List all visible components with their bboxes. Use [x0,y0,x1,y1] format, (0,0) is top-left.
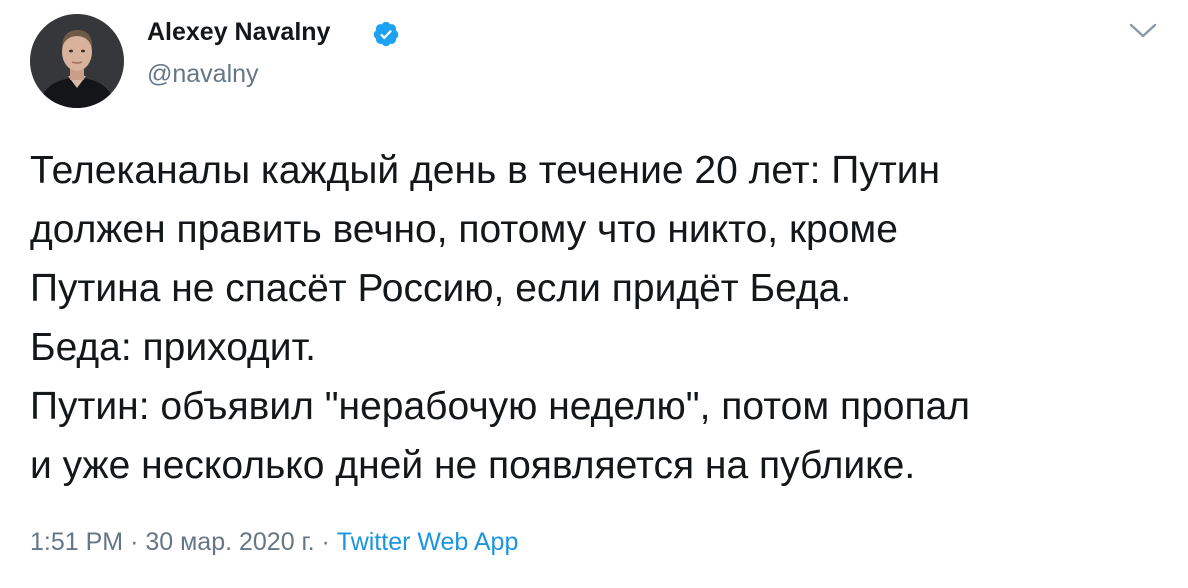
meta-separator: · [321,528,330,556]
display-name[interactable]: Alexey Navalny [147,18,330,47]
tweet-line: Путин: объявил "нерабочую неделю", потом… [30,385,971,428]
tweet-meta: 1:51 PM · 30 мар. 2020 г. · Twitter Web … [30,528,518,557]
verified-badge-icon [373,21,399,47]
tweet-line: Путина не спасёт Россию, если придёт Бед… [30,267,852,310]
tweet-date-link[interactable]: 30 мар. 2020 г. [145,528,314,556]
tweet-source-link[interactable]: Twitter Web App [337,528,519,556]
tweet-text: Телеканалы каждый день в течение 20 лет:… [30,141,1170,495]
meta-separator: · [130,528,139,556]
tweet-time-link[interactable]: 1:51 PM [30,528,123,556]
avatar[interactable] [30,14,124,108]
chevron-down-icon[interactable] [1128,20,1158,42]
profile-photo [30,14,124,108]
tweet-line: Беда: приходит. [30,326,316,369]
tweet-line: должен править вечно, потому что никто, … [30,208,898,251]
user-handle[interactable]: @navalny [147,60,259,89]
tweet-line: и уже несколько дней не появляется на пу… [30,444,916,487]
tweet-line: Телеканалы каждый день в течение 20 лет:… [30,149,941,192]
